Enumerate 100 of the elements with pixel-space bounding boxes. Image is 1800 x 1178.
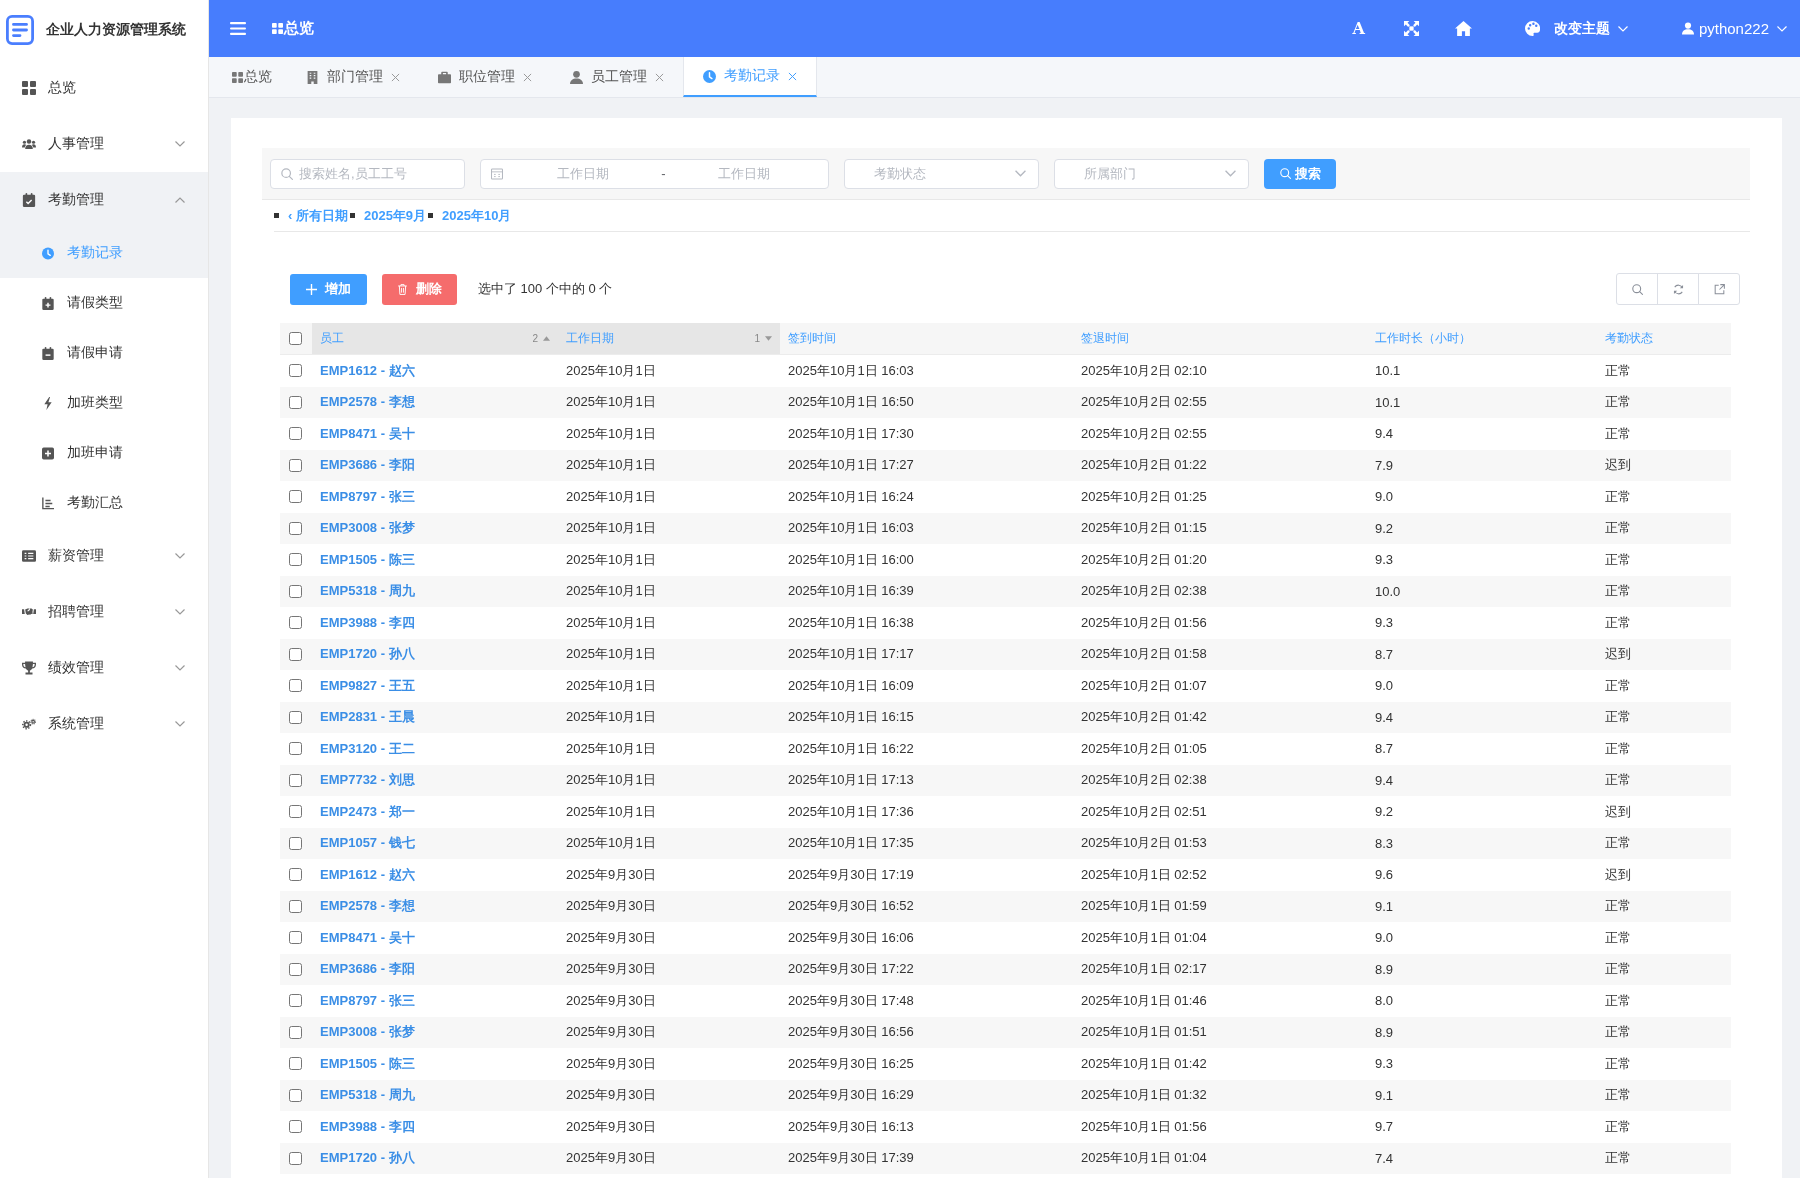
- employee-link[interactable]: EMP1505 - 陈三: [320, 1055, 415, 1071]
- row-checkbox[interactable]: [289, 1120, 302, 1134]
- column-header[interactable]: 工作日期 1: [558, 323, 780, 355]
- close-icon[interactable]: [523, 72, 532, 82]
- row-checkbox[interactable]: [289, 773, 302, 787]
- font-button[interactable]: A: [1352, 19, 1365, 38]
- tab[interactable]: 职位管理: [419, 57, 551, 97]
- row-checkbox[interactable]: [289, 899, 302, 913]
- home-icon[interactable]: [1454, 21, 1472, 36]
- menu-item[interactable]: 人事管理: [0, 116, 208, 172]
- employee-link[interactable]: EMP8797 - 张三: [320, 992, 415, 1008]
- employee-link[interactable]: EMP8471 - 吴十: [320, 929, 415, 945]
- submenu-item[interactable]: 考勤汇总: [0, 478, 208, 528]
- menu-item[interactable]: 考勤管理: [0, 172, 208, 228]
- column-header[interactable]: 考勤状态: [1597, 323, 1731, 355]
- employee-link[interactable]: EMP1057 - 钱七: [320, 835, 415, 851]
- row-checkbox[interactable]: [289, 1057, 302, 1071]
- select-all-checkbox[interactable]: [289, 332, 302, 345]
- row-checkbox[interactable]: [289, 584, 302, 598]
- menu-item[interactable]: 总览: [0, 60, 208, 116]
- employee-link[interactable]: EMP3686 - 李阳: [320, 961, 415, 977]
- row-checkbox[interactable]: [289, 490, 302, 504]
- date-link[interactable]: 2025年10月: [442, 206, 512, 225]
- date-link[interactable]: ‹ 所有日期: [288, 206, 348, 225]
- row-checkbox[interactable]: [289, 616, 302, 630]
- employee-link[interactable]: EMP2578 - 李想: [320, 898, 415, 914]
- date-link[interactable]: 2025年9月: [363, 206, 427, 225]
- employee-link[interactable]: EMP5318 - 周九: [320, 1087, 415, 1103]
- tab[interactable]: 员工管理: [551, 57, 683, 97]
- employee-link[interactable]: EMP8797 - 张三: [320, 488, 415, 504]
- search-button[interactable]: 搜索: [1264, 158, 1336, 189]
- fullscreen-icon[interactable]: [1403, 21, 1419, 36]
- employee-link[interactable]: EMP3686 - 李阳: [320, 457, 415, 473]
- employee-link[interactable]: EMP7732 - 刘思: [320, 772, 415, 788]
- submenu-item[interactable]: 请假类型: [0, 278, 208, 328]
- date-range-field[interactable]: 工作日期 - 工作日期: [480, 158, 829, 189]
- employee-link[interactable]: EMP2473 - 郑一: [320, 803, 415, 819]
- menu-item[interactable]: 薪资管理: [0, 528, 208, 584]
- row-checkbox[interactable]: [289, 364, 302, 378]
- tab[interactable]: 考勤记录: [683, 57, 817, 97]
- close-icon[interactable]: [655, 72, 664, 82]
- row-checkbox[interactable]: [289, 962, 302, 976]
- submenu-item[interactable]: 加班类型: [0, 378, 208, 428]
- employee-link[interactable]: EMP3008 - 张梦: [320, 520, 415, 536]
- status-select[interactable]: 考勤状态: [844, 158, 1039, 189]
- menu-item[interactable]: 招聘管理: [0, 584, 208, 640]
- column-header[interactable]: 签到时间: [780, 323, 1073, 355]
- employee-link[interactable]: EMP1720 - 孙八: [320, 646, 415, 662]
- tab[interactable]: 部门管理: [287, 57, 419, 97]
- row-checkbox[interactable]: [289, 427, 302, 441]
- table-cell: 2025年10月1日 17:36: [780, 796, 1073, 828]
- employee-link[interactable]: EMP9827 - 王五: [320, 677, 415, 693]
- employee-link[interactable]: EMP3120 - 王二: [320, 740, 415, 756]
- submenu-item[interactable]: 请假申请: [0, 328, 208, 378]
- theme-menu[interactable]: 改变主题: [1524, 19, 1628, 38]
- employee-link[interactable]: EMP1612 - 赵六: [320, 362, 415, 378]
- submenu-item[interactable]: 加班申请: [0, 428, 208, 478]
- row-checkbox[interactable]: [289, 868, 302, 882]
- row-checkbox[interactable]: [289, 1025, 302, 1039]
- employee-link[interactable]: EMP2578 - 李想: [320, 394, 415, 410]
- row-checkbox[interactable]: [289, 994, 302, 1008]
- employee-link[interactable]: EMP8471 - 吴十: [320, 425, 415, 441]
- close-icon[interactable]: [391, 72, 400, 82]
- row-checkbox[interactable]: [289, 710, 302, 724]
- employee-link[interactable]: EMP1505 - 陈三: [320, 551, 415, 567]
- column-header[interactable]: 签退时间: [1073, 323, 1367, 355]
- submenu-item[interactable]: 考勤记录: [0, 228, 208, 278]
- employee-link[interactable]: EMP2831 - 王晨: [320, 709, 415, 725]
- menu-item[interactable]: 系统管理: [0, 696, 208, 752]
- row-checkbox[interactable]: [289, 679, 302, 693]
- employee-link[interactable]: EMP3988 - 李四: [320, 614, 415, 630]
- row-checkbox[interactable]: [289, 836, 302, 850]
- close-icon[interactable]: [788, 71, 797, 81]
- employee-link[interactable]: EMP5318 - 周九: [320, 583, 415, 599]
- add-button[interactable]: 增加: [290, 273, 367, 305]
- row-checkbox[interactable]: [289, 521, 302, 535]
- user-menu[interactable]: python222: [1681, 20, 1787, 37]
- employee-link[interactable]: EMP1720 - 孙八: [320, 1150, 415, 1166]
- employee-link[interactable]: EMP1612 - 赵六: [320, 866, 415, 882]
- breadcrumb-link[interactable]: 总览: [272, 19, 314, 38]
- menu-icon[interactable]: [230, 22, 246, 35]
- row-checkbox[interactable]: [289, 1151, 302, 1165]
- table-cell: 2025年10月1日: [558, 638, 780, 670]
- employee-link[interactable]: EMP3008 - 张梦: [320, 1024, 415, 1040]
- department-select[interactable]: 所属部门: [1054, 158, 1249, 189]
- row-checkbox[interactable]: [289, 458, 302, 472]
- row-checkbox[interactable]: [289, 805, 302, 819]
- column-header[interactable]: 员工 2: [312, 323, 558, 355]
- row-checkbox[interactable]: [289, 742, 302, 756]
- delete-button[interactable]: 删除: [382, 273, 457, 305]
- column-header[interactable]: 工作时长（小时）: [1367, 323, 1597, 355]
- row-checkbox[interactable]: [289, 931, 302, 945]
- search-field[interactable]: 搜索姓名,员工工号: [270, 158, 465, 189]
- tab[interactable]: 总览: [212, 57, 287, 97]
- row-checkbox[interactable]: [289, 1088, 302, 1102]
- row-checkbox[interactable]: [289, 647, 302, 661]
- row-checkbox[interactable]: [289, 553, 302, 567]
- row-checkbox[interactable]: [289, 395, 302, 409]
- menu-item[interactable]: 绩效管理: [0, 640, 208, 696]
- employee-link[interactable]: EMP3988 - 李四: [320, 1118, 415, 1134]
